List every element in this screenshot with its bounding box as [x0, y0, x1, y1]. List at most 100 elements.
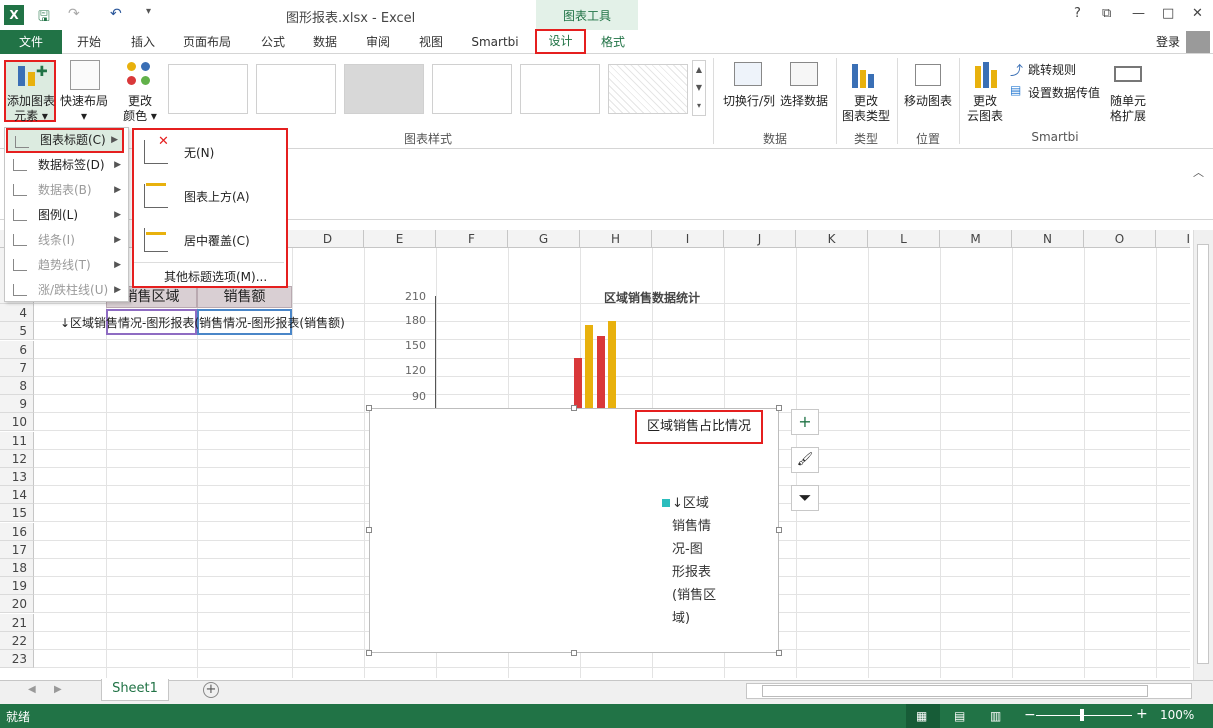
horizontal-scroll-thumb[interactable] [762, 685, 1148, 697]
page-break-view-icon[interactable]: ▥ [990, 709, 1001, 723]
col-o[interactable]: O [1084, 230, 1156, 248]
sheet-tab[interactable]: Sheet1 [101, 679, 169, 701]
tab-view[interactable]: 视图 [408, 30, 454, 54]
avatar[interactable] [1186, 31, 1210, 53]
resize-handle[interactable] [571, 405, 577, 411]
collapse-icon[interactable]: ︿ [1193, 164, 1204, 180]
login-link[interactable]: 登录 [1156, 33, 1180, 50]
tab-review[interactable]: 审阅 [355, 30, 401, 54]
col-g[interactable]: G [508, 230, 580, 248]
chart-bar[interactable] [574, 358, 582, 408]
zoom-slider-thumb[interactable] [1080, 709, 1084, 721]
row-header[interactable]: 5 [0, 322, 34, 341]
row-header[interactable]: 14 [0, 486, 34, 505]
title-overlay-item[interactable]: 居中覆盖(C) [134, 218, 284, 262]
tab-page-layout[interactable]: 页面布局 [176, 30, 238, 54]
row-header[interactable]: 13 [0, 468, 34, 486]
chart-filters-button[interactable]: ⏷ [791, 485, 819, 511]
resize-handle[interactable] [366, 405, 372, 411]
row-header[interactable]: 20 [0, 595, 34, 614]
chart-bar[interactable] [597, 336, 605, 408]
zoom-slider[interactable] [1036, 715, 1132, 716]
chart-styles-button[interactable]: 🖌 [791, 447, 819, 473]
row-header[interactable]: 7 [0, 358, 34, 377]
title-above-item[interactable]: 图表上方(A) [134, 174, 284, 218]
tab-insert[interactable]: 插入 [120, 30, 166, 54]
col-i[interactable]: I [652, 230, 724, 248]
sheet-next-icon[interactable]: ▶ [54, 684, 62, 695]
row-header[interactable]: 9 [0, 395, 34, 414]
chart-title[interactable]: 区域销售数据统计 [604, 289, 700, 306]
col-l[interactable]: L [868, 230, 940, 248]
minimize-button[interactable]: — [1132, 6, 1145, 21]
save-icon[interactable]: 🖫 [38, 6, 50, 30]
change-cloud-chart-button[interactable]: 更改 云图表 [960, 94, 1010, 124]
resize-handle[interactable] [776, 405, 782, 411]
chart-style-2[interactable] [256, 64, 336, 114]
row-header[interactable]: 18 [0, 559, 34, 577]
legend-entry[interactable]: ↓区域 销售情 况-图 形报表 (销售区 域) [672, 492, 724, 630]
vertical-scroll-thumb[interactable] [1197, 244, 1209, 664]
tab-formulas[interactable]: 公式 [250, 30, 296, 54]
col-p[interactable]: I [1156, 230, 1190, 248]
col-n[interactable]: N [1012, 230, 1084, 248]
gallery-scroll[interactable]: ▲ ▼ ▾ [692, 60, 706, 116]
row-header[interactable]: 23 [0, 650, 34, 668]
tab-format[interactable]: 格式 [592, 30, 634, 54]
maximize-button[interactable]: □ [1162, 6, 1174, 21]
customize-qat-icon[interactable]: ▾ [146, 6, 151, 17]
page-layout-view-icon[interactable]: ▤ [954, 709, 965, 723]
chart-style-4[interactable] [432, 64, 512, 114]
add-sheet-icon[interactable]: + [203, 682, 219, 698]
tab-data[interactable]: 数据 [302, 30, 348, 54]
row-header[interactable]: 8 [0, 377, 34, 395]
menu-item[interactable]: 数据标签(D) ▶ [6, 153, 125, 178]
resize-handle[interactable] [366, 650, 372, 656]
menu-item[interactable]: 图表标题(C) ▶ [6, 128, 124, 153]
redo-icon[interactable]: ↷ [68, 6, 80, 22]
excel-icon[interactable]: X [4, 5, 24, 25]
resize-handle[interactable] [776, 527, 782, 533]
chart-style-3[interactable] [344, 64, 424, 114]
zoom-level[interactable]: 100% [1160, 708, 1194, 722]
chart-bar[interactable] [608, 321, 616, 408]
tab-design[interactable]: 设计 [535, 29, 586, 54]
row-header[interactable]: 6 [0, 340, 34, 359]
quick-layout-button[interactable]: 快速布局 ▾ [58, 94, 110, 124]
resize-handle[interactable] [571, 650, 577, 656]
tab-home[interactable]: 开始 [66, 30, 112, 54]
jump-rule-button[interactable]: 跳转规则 [1028, 61, 1076, 78]
row-header[interactable]: 19 [0, 577, 34, 596]
row-header[interactable]: 12 [0, 449, 34, 468]
zoom-in-icon[interactable]: + [1136, 706, 1148, 722]
row-header[interactable]: 4 [0, 304, 34, 323]
tab-smartbi[interactable]: Smartbi [466, 30, 524, 54]
col-h[interactable]: H [580, 230, 652, 248]
col-d[interactable]: D [292, 230, 364, 248]
close-button[interactable]: ✕ [1192, 6, 1203, 21]
row-header[interactable]: 10 [0, 413, 34, 432]
change-color-button[interactable]: 更改 颜色 ▾ [116, 94, 164, 124]
cell-expand-button[interactable]: 随单元 格扩展 [1104, 94, 1152, 124]
row-header[interactable]: 22 [0, 631, 34, 650]
title-none-item[interactable]: ✕ 无(N) [134, 130, 284, 174]
resize-handle[interactable] [776, 650, 782, 656]
col-f[interactable]: F [436, 230, 508, 248]
row-header[interactable]: 21 [0, 613, 34, 632]
chart-style-1[interactable] [168, 64, 248, 114]
menu-item[interactable]: 图例(L) ▶ [6, 203, 125, 228]
resize-handle[interactable] [366, 527, 372, 533]
select-data-button[interactable]: 选择数据 [776, 94, 832, 109]
col-e[interactable]: E [364, 230, 436, 248]
ribbon-display-button[interactable]: ⧉ [1102, 6, 1111, 21]
row-header[interactable]: 16 [0, 522, 34, 541]
cell-c3[interactable]: 销售额 [197, 286, 292, 308]
zoom-out-icon[interactable]: − [1024, 707, 1036, 723]
switch-row-col-button[interactable]: 切换行/列 [718, 94, 780, 109]
row-header[interactable]: 17 [0, 540, 34, 559]
set-data-pass-button[interactable]: 设置数据传值 [1028, 84, 1100, 101]
col-k[interactable]: K [796, 230, 868, 248]
undo-icon[interactable]: ↶ [110, 6, 122, 22]
more-title-options-item[interactable]: 其他标题选项(M)... [164, 268, 267, 285]
chart-elements-button[interactable]: + [791, 409, 819, 435]
